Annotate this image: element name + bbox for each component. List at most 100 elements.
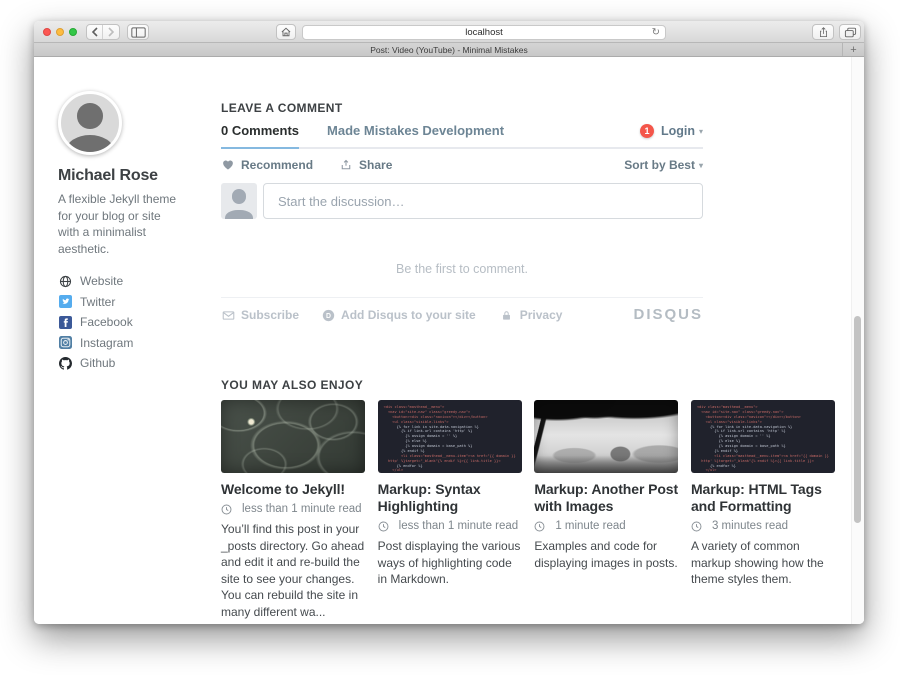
code-line: </ul> — [697, 468, 835, 473]
privacy-label: Privacy — [520, 308, 563, 322]
tabs-icon — [844, 27, 857, 38]
empty-state-text: Be the first to comment. — [221, 262, 703, 276]
envelope-icon — [221, 308, 235, 322]
post-excerpt: Examples and code for displaying images … — [534, 538, 678, 571]
add-disqus-label: Add Disqus to your site — [341, 308, 476, 322]
code-line: http' %}target="_blank"{% endif %}>{{ li… — [384, 459, 522, 464]
sidebar-link-label: Github — [80, 356, 115, 370]
code-line: </ul> — [384, 468, 522, 473]
disqus-actions-row: Recommend Share Sort by Best ▾ — [221, 158, 703, 172]
github-icon — [58, 356, 72, 370]
post-excerpt: Post displaying the various ways of high… — [378, 538, 522, 588]
back-button[interactable] — [87, 25, 103, 39]
sidebar-link-website[interactable]: Website — [58, 274, 190, 288]
facebook-icon — [58, 315, 72, 329]
login-button[interactable]: 1 Login ▾ — [640, 124, 703, 138]
window-controls — [43, 28, 77, 36]
disqus-tab-row: 0 Comments Made Mistakes Development 1 L… — [221, 123, 703, 149]
post-title[interactable]: Welcome to Jekyll! — [221, 481, 365, 498]
code-line: <li class="masthead__menu-item"><a href=… — [697, 454, 835, 459]
post-title[interactable]: Markup: HTML Tags and Formatting — [691, 481, 835, 515]
comment-avatar — [221, 183, 257, 219]
chevron-down-icon: ▾ — [699, 127, 703, 136]
sidebar-icon — [131, 27, 146, 38]
browser-toolbar: localhost ↻ — [34, 21, 864, 43]
add-disqus-link[interactable]: D Add Disqus to your site — [321, 308, 476, 322]
post-thumbnail-green-foam-photo[interactable] — [221, 400, 365, 473]
author-sidebar: Michael Rose A flexible Jekyll theme for… — [58, 91, 190, 377]
recommend-button[interactable]: Recommend — [221, 158, 313, 172]
tab-title[interactable]: Post: Video (YouTube) - Minimal Mistakes — [370, 45, 527, 55]
post-title[interactable]: Markup: Syntax Highlighting — [378, 481, 522, 515]
post-excerpt: You’ll find this post in your _posts dir… — [221, 521, 365, 620]
sidebar-toggle-button[interactable] — [127, 24, 149, 40]
comment-composer — [221, 183, 703, 219]
history-nav-buttons — [86, 24, 120, 40]
author-links: Website Twitter Facebook Instagram Github — [58, 274, 190, 370]
refresh-icon[interactable]: ↻ — [652, 27, 660, 39]
subscribe-label: Subscribe — [241, 308, 299, 322]
home-button[interactable] — [276, 24, 296, 40]
chevron-left-icon — [91, 27, 99, 37]
comment-count-tab[interactable]: 0 Comments — [221, 123, 299, 149]
page-content: Michael Rose A flexible Jekyll theme for… — [34, 57, 864, 624]
related-post-card[interactable]: Welcome to Jekyll!less than 1 minute rea… — [221, 400, 365, 620]
author-bio: A flexible Jekyll theme for your blog or… — [58, 191, 182, 257]
related-post-card[interactable]: <div class="masthead__menu"> <nav id="si… — [691, 400, 835, 620]
sidebar-link-instagram[interactable]: Instagram — [58, 336, 190, 350]
code-line: <li class="masthead__menu-item"><a href=… — [384, 454, 522, 459]
share-button[interactable] — [812, 24, 834, 40]
post-thumbnail-code-screenshot[interactable]: <div class="masthead__menu"> <nav id="si… — [378, 400, 522, 473]
share-button-disqus[interactable]: Share — [339, 158, 392, 172]
url-text: localhost — [465, 27, 503, 38]
forward-button[interactable] — [103, 25, 119, 39]
tab-overview-button[interactable] — [839, 24, 861, 40]
comment-input[interactable] — [263, 183, 703, 219]
lock-icon — [500, 308, 514, 322]
related-post-card[interactable]: Markup: Another Post with Images1 minute… — [534, 400, 678, 620]
twitter-icon — [58, 295, 72, 309]
home-icon — [280, 26, 292, 38]
sidebar-link-github[interactable]: Github — [58, 356, 190, 370]
subscribe-link[interactable]: Subscribe — [221, 308, 299, 322]
chevron-down-icon: ▾ — [699, 161, 703, 170]
sidebar-link-label: Website — [80, 274, 123, 288]
notification-badge[interactable]: 1 — [640, 124, 654, 138]
privacy-link[interactable]: Privacy — [500, 308, 563, 322]
tab-bar: Post: Video (YouTube) - Minimal Mistakes… — [34, 43, 864, 57]
author-name: Michael Rose — [58, 167, 190, 185]
author-avatar — [58, 91, 122, 155]
related-posts-heading: YOU MAY ALSO ENJOY — [221, 378, 835, 392]
clock-icon — [378, 521, 394, 532]
post-thumbnail-code-screenshot[interactable]: <div class="masthead__menu"> <nav id="si… — [691, 400, 835, 473]
new-tab-button[interactable]: + — [842, 43, 864, 56]
scrollbar-thumb[interactable] — [854, 316, 861, 523]
related-post-card[interactable]: <div class="masthead__menu"> <nav id="si… — [378, 400, 522, 620]
clock-icon — [221, 504, 237, 515]
recommend-label: Recommend — [241, 158, 313, 172]
minimize-window-button[interactable] — [56, 28, 64, 36]
disqus-logo[interactable]: DISQUS — [633, 306, 703, 323]
close-window-button[interactable] — [43, 28, 51, 36]
sidebar-link-twitter[interactable]: Twitter — [58, 295, 190, 309]
sort-by-dropdown[interactable]: Sort by Best ▾ — [624, 158, 703, 172]
sidebar-link-label: Instagram — [80, 336, 133, 350]
zoom-window-button[interactable] — [69, 28, 77, 36]
related-posts-row: Welcome to Jekyll! less than 1 minute rea… — [221, 400, 835, 620]
comments-heading: LEAVE A COMMENT — [221, 101, 835, 115]
post-thumbnail-foggy-tree-photo[interactable] — [534, 400, 678, 473]
avatar-silhouette — [77, 103, 103, 129]
disqus-footer: Subscribe D Add Disqus to your site — [221, 297, 703, 322]
chevron-right-icon — [107, 27, 115, 37]
sidebar-link-facebook[interactable]: Facebook — [58, 315, 190, 329]
post-title[interactable]: Markup: Another Post with Images — [534, 481, 678, 515]
address-bar[interactable]: localhost ↻ — [302, 25, 666, 40]
sidebar-link-label: Twitter — [80, 295, 115, 309]
sidebar-link-label: Facebook — [80, 315, 133, 329]
heart-icon — [221, 158, 235, 172]
sort-label: Sort by Best — [624, 158, 695, 172]
desktop: localhost ↻ Post: Video (YouTube) - Mini… — [0, 0, 900, 675]
community-tab[interactable]: Made Mistakes Development — [327, 123, 504, 147]
post-read-time: less than 1 minute read — [378, 520, 522, 532]
disqus-embed: 0 Comments Made Mistakes Development 1 L… — [221, 123, 703, 322]
